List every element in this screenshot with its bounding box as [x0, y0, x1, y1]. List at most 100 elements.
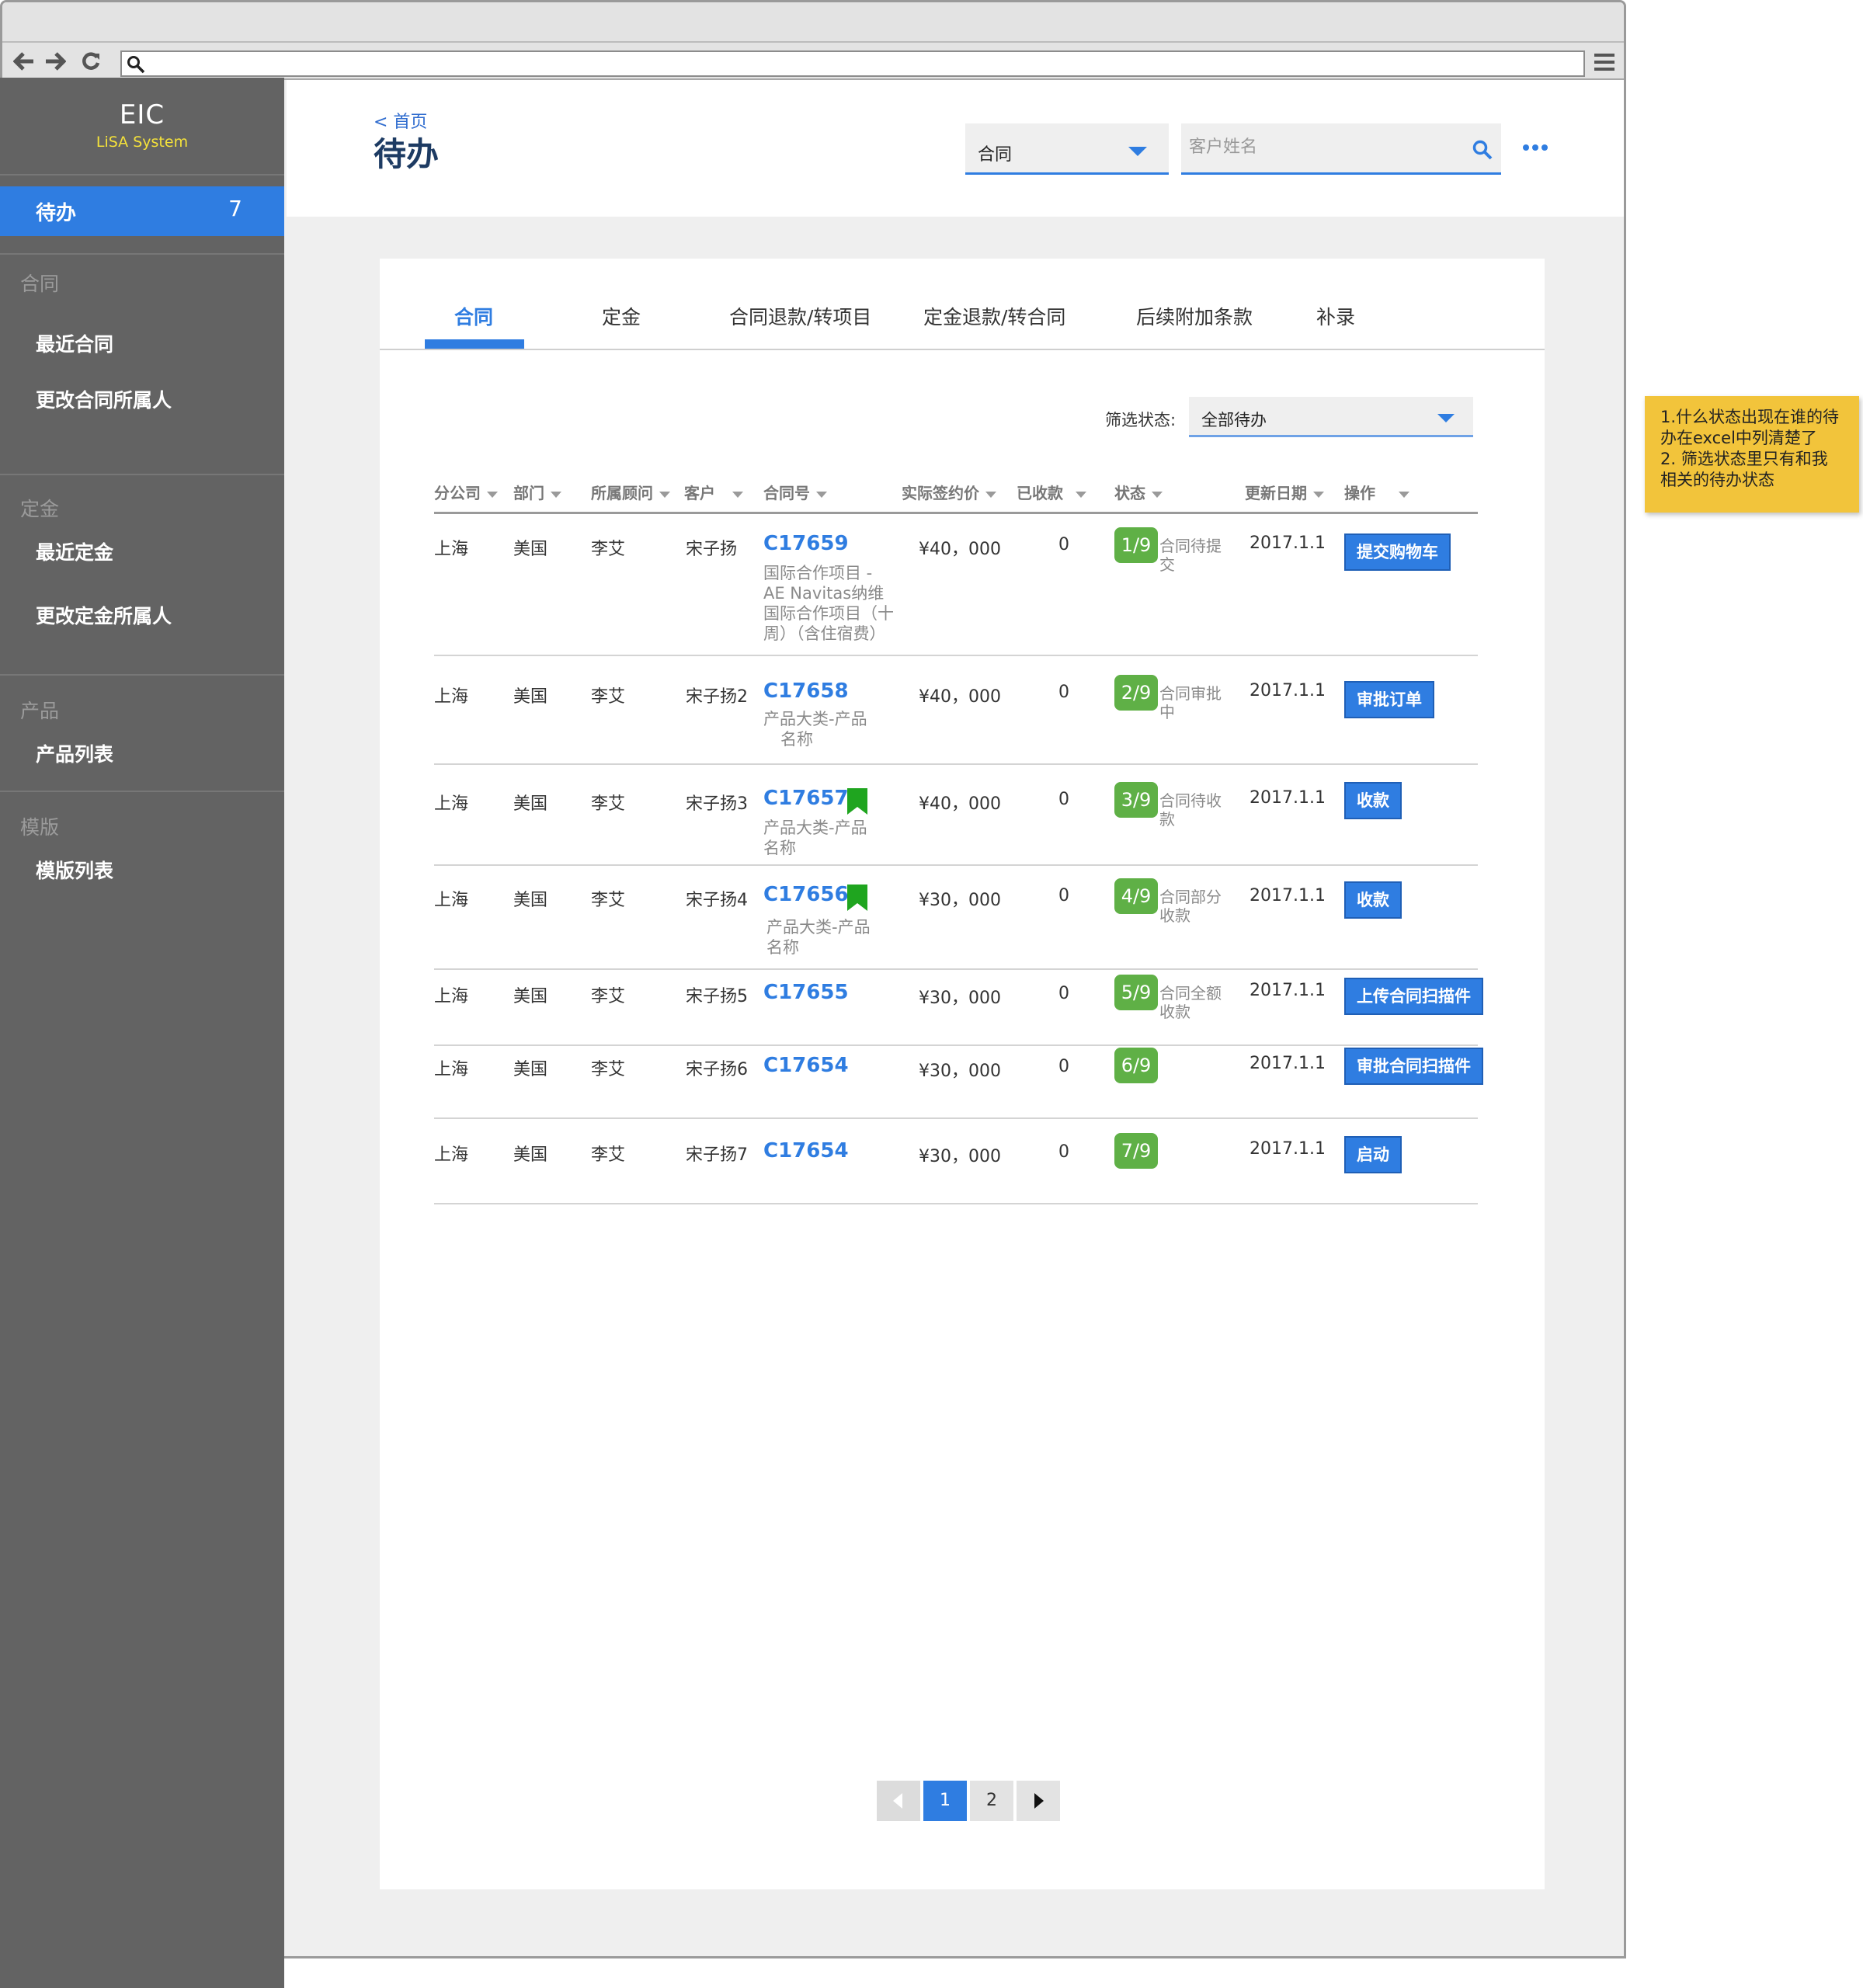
caret-down-icon: [551, 491, 561, 498]
more-icon[interactable]: [1521, 136, 1549, 159]
sidebar-item-change-contract-owner[interactable]: 更改合同所属人: [36, 385, 172, 413]
cell-date: 2017.1.1: [1250, 681, 1326, 700]
contract-product: 产品大类-产品 名称: [766, 918, 871, 957]
cell-branch: 上海: [434, 891, 469, 910]
collect-payment-button[interactable]: 收款: [1344, 881, 1402, 919]
divider: [0, 674, 284, 676]
cell-received: 0: [1058, 984, 1069, 1003]
contract-product: 产品大类-产品 名称: [763, 818, 867, 857]
tab-deposit[interactable]: 定金: [602, 302, 641, 330]
sidebar-item-product-list[interactable]: 产品列表: [36, 739, 113, 767]
sidebar-item-change-deposit-owner[interactable]: 更改定金所属人: [36, 601, 172, 629]
pager-page-2[interactable]: 2: [970, 1781, 1013, 1821]
search-icon[interactable]: [1472, 139, 1493, 161]
cell-branch: 上海: [434, 1060, 469, 1079]
pager-next-button[interactable]: [1017, 1781, 1060, 1821]
row-divider: [434, 864, 1478, 866]
cell-dept: 美国: [513, 1145, 548, 1165]
cell-dept: 美国: [513, 1060, 548, 1079]
status-desc: 合同全额 收款: [1159, 984, 1222, 1021]
tab-contract[interactable]: 合同: [454, 302, 493, 330]
cell-advisor: 李艾: [591, 1145, 626, 1165]
sidebar-item-recent-deposits[interactable]: 最近定金: [36, 537, 113, 565]
contract-product: 产品大类-产品 名称: [763, 710, 867, 749]
cell-price: ¥40，000: [919, 687, 1001, 707]
col-client[interactable]: 客户: [684, 481, 743, 503]
col-received[interactable]: 已收款: [1017, 481, 1086, 503]
contract-link[interactable]: C17654: [763, 1139, 849, 1163]
page-title: 待办: [374, 135, 440, 173]
col-status[interactable]: 状态: [1114, 481, 1163, 503]
section-title-deposit: 定金: [20, 498, 60, 520]
cell-client: 宋子扬: [686, 540, 738, 559]
cell-client: 宋子扬2: [686, 687, 748, 707]
tab-contract-refund[interactable]: 合同退款/转项目: [729, 302, 871, 330]
reload-icon[interactable]: [77, 47, 105, 75]
bookmark-flag-icon: [847, 788, 867, 815]
forward-arrow-icon[interactable]: [41, 47, 69, 75]
tab-additional-terms[interactable]: 后续附加条款: [1136, 302, 1253, 330]
collect-payment-button[interactable]: 收款: [1344, 782, 1402, 819]
tab-deposit-refund[interactable]: 定金退款/转合同: [923, 302, 1065, 330]
cell-price: ¥30，000: [919, 989, 1001, 1008]
contract-link[interactable]: C17655: [763, 981, 849, 1004]
cell-client: 宋子扬3: [686, 794, 748, 814]
col-advisor[interactable]: 所属顾问: [591, 481, 670, 503]
cell-date: 2017.1.1: [1250, 981, 1326, 1000]
upload-scan-button[interactable]: 上传合同扫描件: [1344, 978, 1483, 1015]
cell-price: ¥30，000: [919, 1062, 1001, 1081]
address-bar[interactable]: [120, 50, 1585, 77]
caret-down-icon: [1128, 147, 1147, 156]
cell-price: ¥40，000: [919, 794, 1001, 814]
sidebar-item-todo[interactable]: 待办 7: [0, 186, 284, 236]
cell-client: 宋子扬7: [686, 1145, 748, 1165]
col-updated[interactable]: 更新日期: [1245, 481, 1324, 503]
pager-page-1[interactable]: 1: [923, 1781, 967, 1821]
start-button[interactable]: 启动: [1344, 1136, 1402, 1173]
contract-link[interactable]: C17654: [763, 1054, 849, 1077]
col-branch[interactable]: 分公司: [434, 481, 498, 503]
sidebar-item-recent-contracts[interactable]: 最近合同: [36, 329, 113, 357]
chevron-left-icon: [893, 1793, 902, 1809]
col-dept[interactable]: 部门: [513, 481, 561, 503]
step-badge: 5/9: [1114, 975, 1158, 1010]
step-badge: 3/9: [1114, 782, 1158, 818]
cell-dept: 美国: [513, 987, 548, 1006]
contract-link[interactable]: C17657: [763, 787, 849, 810]
caret-down-icon: [1399, 491, 1409, 498]
cell-branch: 上海: [434, 687, 469, 707]
status-filter-select[interactable]: 全部待办: [1189, 397, 1473, 437]
approve-order-button[interactable]: 审批订单: [1344, 681, 1434, 718]
sidebar-item-template-list[interactable]: 模版列表: [36, 856, 113, 884]
back-arrow-icon[interactable]: [10, 47, 38, 75]
chevron-right-icon: [1034, 1793, 1044, 1809]
client-name-input[interactable]: [1187, 133, 1451, 161]
caret-down-icon: [1313, 491, 1324, 498]
hamburger-menu-icon[interactable]: [1593, 50, 1616, 74]
cell-date: 2017.1.1: [1250, 1139, 1326, 1159]
submit-cart-button[interactable]: 提交购物车: [1344, 533, 1451, 571]
step-badge: 7/9: [1114, 1133, 1158, 1169]
cell-advisor: 李艾: [591, 987, 626, 1006]
client-search-box[interactable]: [1181, 123, 1501, 175]
col-contract-no[interactable]: 合同号: [763, 481, 827, 503]
col-action[interactable]: 操作: [1344, 481, 1409, 503]
cell-price: ¥40，000: [919, 540, 1001, 559]
status-desc: 合同待提交: [1159, 537, 1222, 574]
tab-supplement[interactable]: 补录: [1316, 302, 1355, 330]
approve-scan-button[interactable]: 审批合同扫描件: [1344, 1048, 1483, 1085]
cell-client: 宋子扬6: [686, 1060, 748, 1079]
pager-prev-button[interactable]: [877, 1781, 920, 1821]
contract-link[interactable]: C17658: [763, 679, 849, 703]
type-select[interactable]: 合同: [965, 123, 1169, 175]
col-price[interactable]: 实际签约价: [902, 481, 996, 503]
active-tab-indicator: [425, 339, 524, 349]
cell-advisor: 李艾: [591, 687, 626, 707]
cell-received: 0: [1058, 790, 1069, 809]
page-header: < 首页 待办 合同: [287, 80, 1624, 217]
cell-price: ¥30，000: [919, 891, 1001, 910]
cell-branch: 上海: [434, 540, 469, 559]
contract-link[interactable]: C17659: [763, 532, 849, 555]
cell-dept: 美国: [513, 540, 548, 559]
contract-link[interactable]: C17656: [763, 883, 849, 906]
